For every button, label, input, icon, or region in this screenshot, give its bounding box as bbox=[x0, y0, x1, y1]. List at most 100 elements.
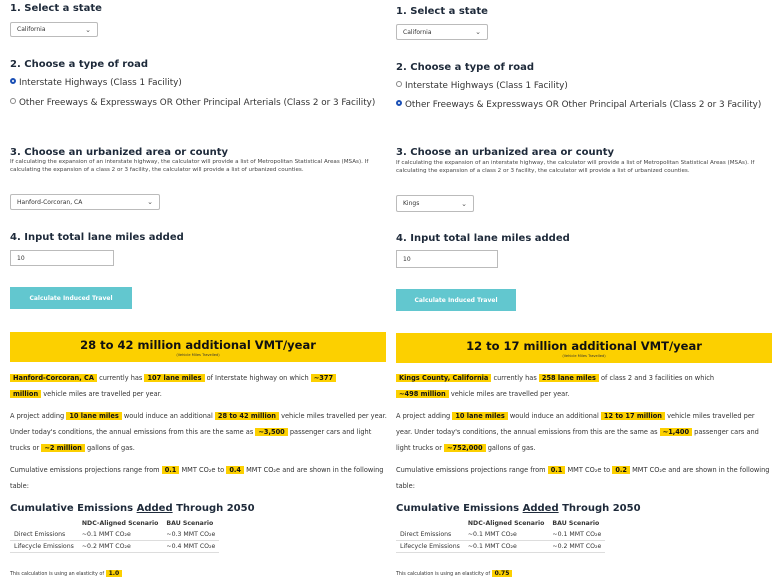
table-header-row: NDC-Aligned Scenario BAU Scenario bbox=[396, 518, 605, 529]
result-paragraph-2: A project adding 10 lane miles would ind… bbox=[10, 408, 388, 456]
table-cell: ~0.1 MMT CO₂e bbox=[463, 540, 549, 553]
state-select-value: California bbox=[403, 28, 432, 36]
left-calculator-panel: 1. Select a state California ⌄ 2. Choose… bbox=[8, 0, 388, 582]
table-cell: Lifecycle Emissions bbox=[10, 540, 78, 553]
table-cell: ~0.4 MMT CO₂e bbox=[162, 540, 220, 553]
state-select-value: California bbox=[17, 26, 46, 33]
road-option-other[interactable]: Other Freeways & Expressways OR Other Pr… bbox=[396, 99, 772, 112]
result-subtitle: (Vehicle Miles Travelled) bbox=[562, 354, 606, 358]
table-header bbox=[10, 518, 78, 529]
step2-title: 2. Choose a type of road bbox=[10, 59, 149, 70]
table-row: Direct Emissions ~0.1 MMT CO₂e ~0.3 MMT … bbox=[10, 529, 220, 541]
result-banner: 28 to 42 million additional VMT/year (Ve… bbox=[10, 332, 386, 362]
table-cell: ~0.3 MMT CO₂e bbox=[162, 529, 220, 541]
text: Cumulative emissions projections range f… bbox=[10, 466, 160, 474]
text: vehicle miles are travelled per year. bbox=[43, 390, 162, 398]
lane-miles-value: 10 bbox=[403, 255, 411, 263]
table-header: NDC-Aligned Scenario bbox=[81, 520, 159, 527]
emissions-high-highlight: 0.2 bbox=[612, 466, 630, 474]
road-option-interstate[interactable]: Interstate Highways (Class 1 Facility) bbox=[10, 77, 386, 90]
table-cell: ~0.2 MMT CO₂e bbox=[548, 540, 606, 553]
text: currently has bbox=[99, 374, 143, 382]
table-cell: ~0.1 MMT CO₂e bbox=[548, 529, 606, 541]
road-option-label: Other Freeways & Expressways OR Other Pr… bbox=[19, 98, 376, 108]
radio-icon[interactable] bbox=[396, 100, 402, 106]
radio-icon[interactable] bbox=[396, 81, 402, 87]
text: gallons of gas. bbox=[487, 444, 536, 452]
table-header-row: NDC-Aligned Scenario BAU Scenario bbox=[10, 518, 219, 529]
lane-miles-input[interactable]: 10 bbox=[396, 250, 498, 268]
table-cell: ~0.1 MMT CO₂e bbox=[77, 529, 163, 541]
gas-highlight: ~2 million bbox=[41, 444, 85, 452]
table-cell: ~0.1 MMT CO₂e bbox=[463, 529, 549, 541]
emissions-high-highlight: 0.4 bbox=[226, 466, 244, 474]
text: would induce an additional bbox=[123, 412, 213, 420]
table-row: Direct Emissions ~0.1 MMT CO₂e ~0.1 MMT … bbox=[396, 529, 606, 541]
emissions-low-highlight: 0.1 bbox=[547, 466, 566, 474]
road-option-label: Interstate Highways (Class 1 Facility) bbox=[19, 78, 182, 88]
step3-title: 3. Choose an urbanized area or county bbox=[396, 147, 615, 158]
result-paragraph-2: A project adding 10 lane miles would ind… bbox=[396, 408, 772, 456]
lane-miles-highlight: 258 lane miles bbox=[538, 374, 599, 382]
step3-help: If calculating the expansion of an inter… bbox=[10, 159, 369, 173]
result-banner: 12 to 17 million additional VMT/year (Ve… bbox=[396, 333, 772, 363]
cumulative-title: Cumulative Emissions Added Through 2050 bbox=[10, 503, 255, 514]
area-select[interactable]: Kings ⌄ bbox=[396, 195, 474, 212]
text: would induce an additional bbox=[509, 412, 599, 420]
result-paragraph-1: Hanford-Corcoran, CA currently has 107 l… bbox=[10, 370, 388, 402]
calculate-button[interactable]: Calculate Induced Travel bbox=[396, 289, 516, 311]
state-select[interactable]: California ⌄ bbox=[10, 22, 98, 37]
text: This calculation is using an elasticity … bbox=[10, 572, 105, 577]
step2-title: 2. Choose a type of road bbox=[396, 62, 535, 73]
gas-highlight: ~752,000 bbox=[444, 444, 486, 452]
vmt-highlight: ~377 bbox=[310, 374, 337, 382]
radio-icon[interactable] bbox=[10, 78, 16, 84]
lane-miles-input[interactable]: 10 bbox=[10, 250, 114, 266]
emissions-low-highlight: 0.1 bbox=[161, 466, 180, 474]
text: Cumulative emissions projections range f… bbox=[396, 466, 546, 474]
text: MMT CO₂e to bbox=[181, 466, 225, 474]
result-paragraph-3: Cumulative emissions projections range f… bbox=[396, 462, 772, 494]
result-subtitle: (Vehicle Miles Travelled) bbox=[176, 353, 220, 357]
calculate-button[interactable]: Calculate Induced Travel bbox=[10, 287, 132, 309]
table-header: BAU Scenario bbox=[552, 520, 600, 527]
text: currently has bbox=[493, 374, 537, 382]
result-paragraph-1: Kings County, California currently has 2… bbox=[396, 370, 772, 402]
text: Through 2050 bbox=[172, 503, 255, 514]
text: Added bbox=[136, 503, 173, 514]
right-calculator-panel: 1. Select a state California ⌄ 2. Choose… bbox=[394, 0, 772, 582]
step4-title: 4. Input total lane miles added bbox=[396, 233, 570, 244]
elasticity-highlight: 0.75 bbox=[491, 570, 513, 577]
area-highlight: Kings County, California bbox=[396, 374, 492, 382]
text: A project adding bbox=[396, 412, 451, 420]
area-select-value: Hanford-Corcoran, CA bbox=[17, 198, 83, 206]
table-header bbox=[396, 518, 464, 529]
text: of Interstate highway on which bbox=[206, 374, 309, 382]
text: gallons of gas. bbox=[86, 444, 135, 452]
road-option-interstate[interactable]: Interstate Highways (Class 1 Facility) bbox=[396, 80, 772, 93]
step3-title: 3. Choose an urbanized area or county bbox=[10, 147, 229, 158]
step4-title: 4. Input total lane miles added bbox=[10, 232, 184, 243]
result-headline: 28 to 42 million additional VMT/year bbox=[80, 338, 316, 352]
table-cell: ~0.2 MMT CO₂e bbox=[77, 540, 163, 553]
lane-miles-value: 10 bbox=[17, 254, 25, 262]
chevron-down-icon: ⌄ bbox=[475, 28, 481, 36]
lane-miles-highlight: 107 lane miles bbox=[144, 374, 205, 382]
cars-highlight: ~3,500 bbox=[255, 428, 288, 436]
road-option-other[interactable]: Other Freeways & Expressways OR Other Pr… bbox=[10, 97, 386, 110]
table-row: Lifecycle Emissions ~0.1 MMT CO₂e ~0.2 M… bbox=[396, 540, 606, 553]
state-select[interactable]: California ⌄ bbox=[396, 24, 488, 40]
table-header: NDC-Aligned Scenario bbox=[467, 520, 545, 527]
cumulative-title: Cumulative Emissions Added Through 2050 bbox=[396, 503, 641, 514]
vmt-highlight: 12 to 17 million bbox=[600, 412, 665, 420]
result-paragraph-3: Cumulative emissions projections range f… bbox=[10, 462, 388, 494]
vmt-highlight: million bbox=[10, 390, 42, 398]
area-select[interactable]: Hanford-Corcoran, CA ⌄ bbox=[10, 194, 160, 210]
text: Added bbox=[522, 503, 559, 514]
text: vehicle miles are travelled per year. bbox=[450, 390, 570, 398]
area-highlight: Hanford-Corcoran, CA bbox=[10, 374, 97, 382]
chevron-down-icon: ⌄ bbox=[461, 199, 467, 208]
radio-icon[interactable] bbox=[10, 98, 16, 104]
emissions-table: NDC-Aligned Scenario BAU Scenario Direct… bbox=[396, 518, 606, 553]
text: This calculation is using an elasticity … bbox=[396, 572, 491, 577]
